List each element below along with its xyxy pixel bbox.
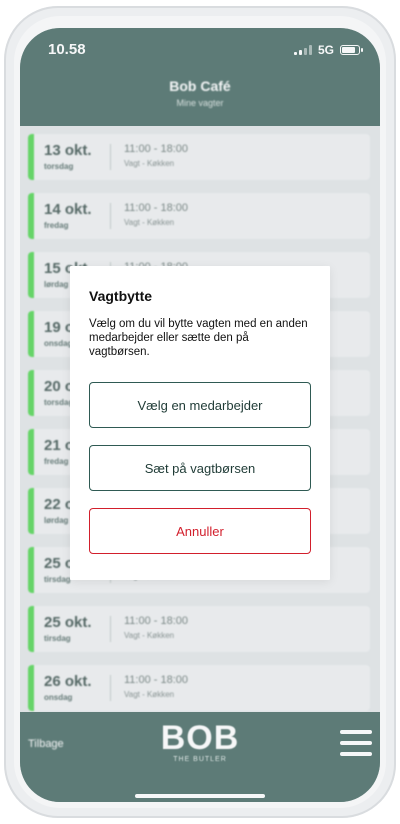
dialog-title: Vagtbytte: [89, 288, 153, 304]
cancel-button[interactable]: Annuller: [89, 508, 311, 554]
shift-market-button[interactable]: Sæt på vagtbørsen: [89, 445, 311, 491]
dialog-message: Vælg om du vil bytte vagten med en anden…: [89, 318, 308, 358]
shift-swap-dialog: Vagtbytte Vælg om du vil bytte vagten me…: [70, 266, 330, 580]
app-screen: 10.58 5G Bob Café Mine vagter 13 okt. tor…: [20, 28, 380, 802]
choose-employee-button[interactable]: Vælg en medarbejder: [89, 382, 311, 428]
